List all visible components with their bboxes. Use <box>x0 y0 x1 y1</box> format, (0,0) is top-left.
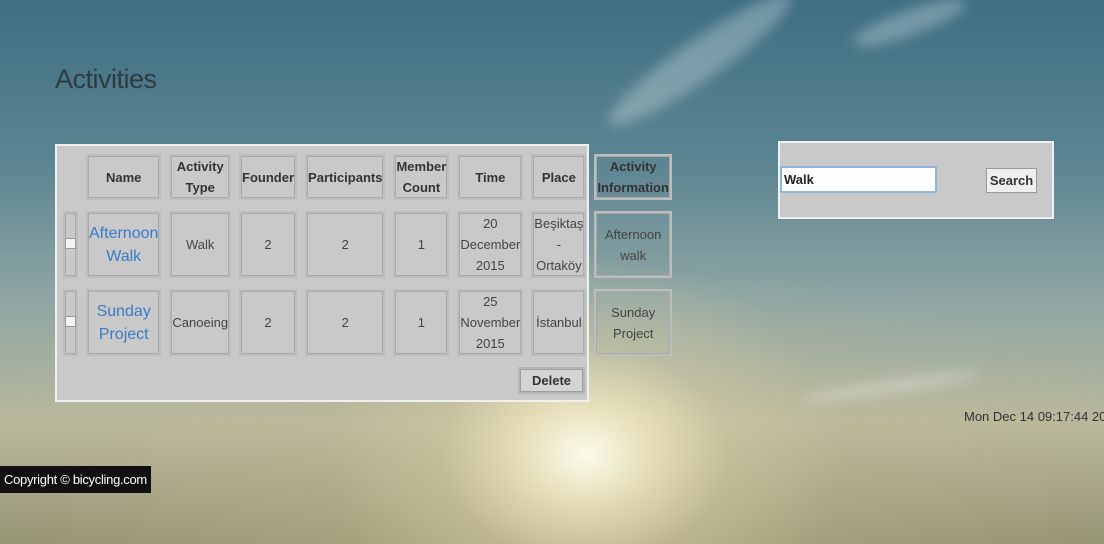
cloud-streak <box>799 367 981 407</box>
activity-name-link[interactable]: Afternoon Walk <box>89 225 158 265</box>
header-founder: Founder <box>239 154 298 200</box>
cloud-streak <box>849 0 971 55</box>
place-cell: Beşiktaş - Ortaköy <box>531 211 587 278</box>
header-activity-type: Activity Type <box>169 154 232 200</box>
participants-cell: 2 <box>305 211 386 278</box>
row-checkbox[interactable] <box>65 238 76 249</box>
name-cell: Sunday Project <box>86 289 162 356</box>
timestamp: Mon Dec 14 09:17:44 2015 <box>964 409 1104 424</box>
place-cell: İstanbul <box>531 289 587 356</box>
header-place: Place <box>531 154 587 200</box>
table-row: Afternoon Walk Walk 2 2 1 20 December 20… <box>63 211 672 278</box>
header-time: Time <box>457 154 524 200</box>
search-input[interactable] <box>780 166 937 193</box>
time-cell: 25 November 2015 <box>457 289 524 356</box>
copyright-footer: Copyright © bicycling.com <box>0 466 151 493</box>
header-participants: Participants <box>305 154 386 200</box>
activity-information-cell: Sunday Project <box>594 289 672 356</box>
activities-panel: Name Activity Type Founder Participants … <box>55 144 672 402</box>
founder-cell: 2 <box>239 211 298 278</box>
founder-cell: 2 <box>239 289 298 356</box>
page-title: Activities <box>55 64 157 94</box>
cloud-streak <box>598 0 802 140</box>
activity-information-cell: Afternoon walk <box>594 211 672 278</box>
activities-table: Name Activity Type Founder Participants … <box>55 143 680 367</box>
row-select-cell <box>63 289 78 356</box>
row-checkbox[interactable] <box>65 316 76 327</box>
delete-button[interactable]: Delete <box>518 367 585 394</box>
row-select-cell <box>63 211 78 278</box>
header-activity-information: Activity Information <box>594 154 672 200</box>
activity-type-cell: Walk <box>169 211 232 278</box>
search-button[interactable]: Search <box>986 168 1037 193</box>
name-cell: Afternoon Walk <box>86 211 162 278</box>
header-name: Name <box>86 154 162 200</box>
member-count-cell: 1 <box>393 289 450 356</box>
table-header-row: Name Activity Type Founder Participants … <box>63 154 672 200</box>
time-cell: 20 December 2015 <box>457 211 524 278</box>
header-select <box>63 154 78 200</box>
participants-cell: 2 <box>305 289 386 356</box>
search-panel: Search <box>778 141 1054 219</box>
activity-type-cell: Canoeing <box>169 289 232 356</box>
table-row: Sunday Project Canoeing 2 2 1 25 Novembe… <box>63 289 672 356</box>
header-member-count: Member Count <box>393 154 450 200</box>
member-count-cell: 1 <box>393 211 450 278</box>
activity-name-link[interactable]: Sunday Project <box>97 303 151 343</box>
